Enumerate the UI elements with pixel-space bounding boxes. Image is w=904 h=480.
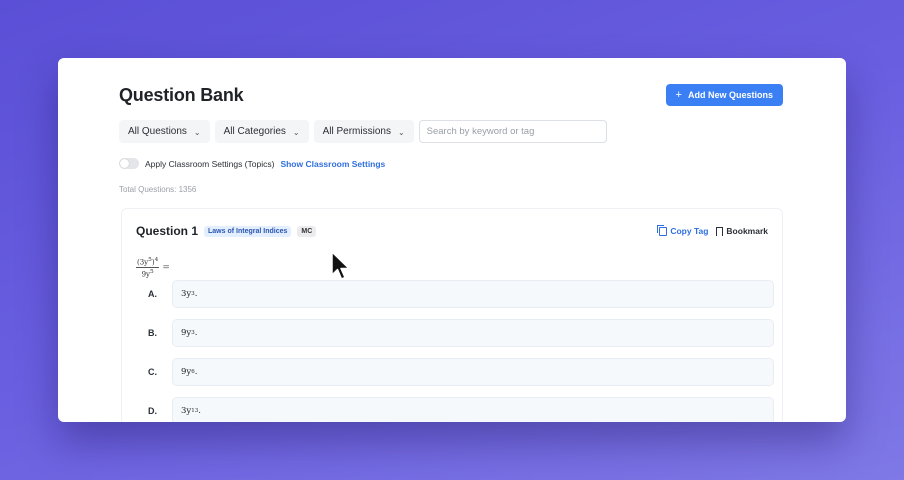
option-box[interactable]: 3y 13. <box>172 397 774 422</box>
page-title: Question Bank <box>119 85 244 105</box>
question-title: Question 1 <box>136 224 199 238</box>
permissions-filter-value: All Permissions <box>322 126 391 137</box>
option-letter: B. <box>148 328 157 338</box>
option-letter: C. <box>148 367 157 377</box>
question-actions: Copy Tag Bookmark <box>657 224 768 236</box>
chevron-down-icon: ⌄ <box>193 128 201 137</box>
total-questions-count: Total Questions: 1356 <box>119 185 197 194</box>
questions-filter-value: All Questions <box>128 126 187 137</box>
answer-option-a: A. 3y 3. <box>148 280 774 308</box>
classroom-settings-toggle[interactable] <box>119 158 139 169</box>
question-type-tag: MC <box>297 225 317 237</box>
question-expression: (3y5)4 9y5 = <box>136 257 170 279</box>
fraction: (3y5)4 9y5 <box>136 257 160 279</box>
permissions-filter-select[interactable]: All Permissions ⌄ <box>313 120 414 143</box>
option-box[interactable]: 3y 3. <box>172 280 774 308</box>
add-new-questions-button[interactable]: + Add New Questions <box>665 84 783 106</box>
categories-filter-select[interactable]: All Categories ⌄ <box>214 120 309 143</box>
bookmark-icon <box>716 226 724 236</box>
option-box[interactable]: 9y 3. <box>172 319 774 347</box>
mouse-pointer-icon <box>331 251 350 280</box>
categories-filter-value: All Categories <box>223 126 286 137</box>
fraction-denominator: 9y5 <box>141 269 154 279</box>
plus-icon: + <box>675 88 682 101</box>
equals-sign: = <box>162 262 170 273</box>
fraction-numerator: (3y5)4 <box>136 257 160 269</box>
question-card: Question 1 Laws of Integral Indices MC C… <box>121 208 783 422</box>
toggle-knob <box>120 159 129 168</box>
option-letter: D. <box>148 406 157 416</box>
copy-icon <box>657 224 668 236</box>
answer-option-d: D. 3y 13. <box>148 397 774 422</box>
copy-tag-label: Copy Tag <box>670 226 709 236</box>
bookmark-button[interactable]: Bookmark <box>716 226 768 236</box>
copy-tag-button[interactable]: Copy Tag <box>657 224 709 236</box>
answer-option-c: C. 9y 6. <box>148 358 774 386</box>
topic-tag: Laws of Integral Indices <box>204 225 292 237</box>
classroom-settings-row: Apply Classroom Settings (Topics) Show C… <box>119 158 385 169</box>
option-box[interactable]: 9y 6. <box>172 358 774 386</box>
bookmark-label: Bookmark <box>726 226 768 236</box>
question-card-header: Question 1 Laws of Integral Indices MC C… <box>136 224 768 238</box>
questions-filter-select[interactable]: All Questions ⌄ <box>119 120 210 143</box>
filter-bar: All Questions ⌄ All Categories ⌄ All Per… <box>119 120 607 143</box>
classroom-settings-label: Apply Classroom Settings (Topics) <box>145 158 275 169</box>
chevron-down-icon: ⌄ <box>292 128 300 137</box>
answer-option-b: B. 9y 3. <box>148 319 774 347</box>
add-new-questions-label: Add New Questions <box>687 90 773 100</box>
option-letter: A. <box>148 289 157 299</box>
show-classroom-settings-link[interactable]: Show Classroom Settings <box>280 159 385 169</box>
app-window: Question Bank + Add New Questions All Qu… <box>58 58 846 422</box>
search-input[interactable] <box>418 120 607 143</box>
chevron-down-icon: ⌄ <box>397 128 405 137</box>
